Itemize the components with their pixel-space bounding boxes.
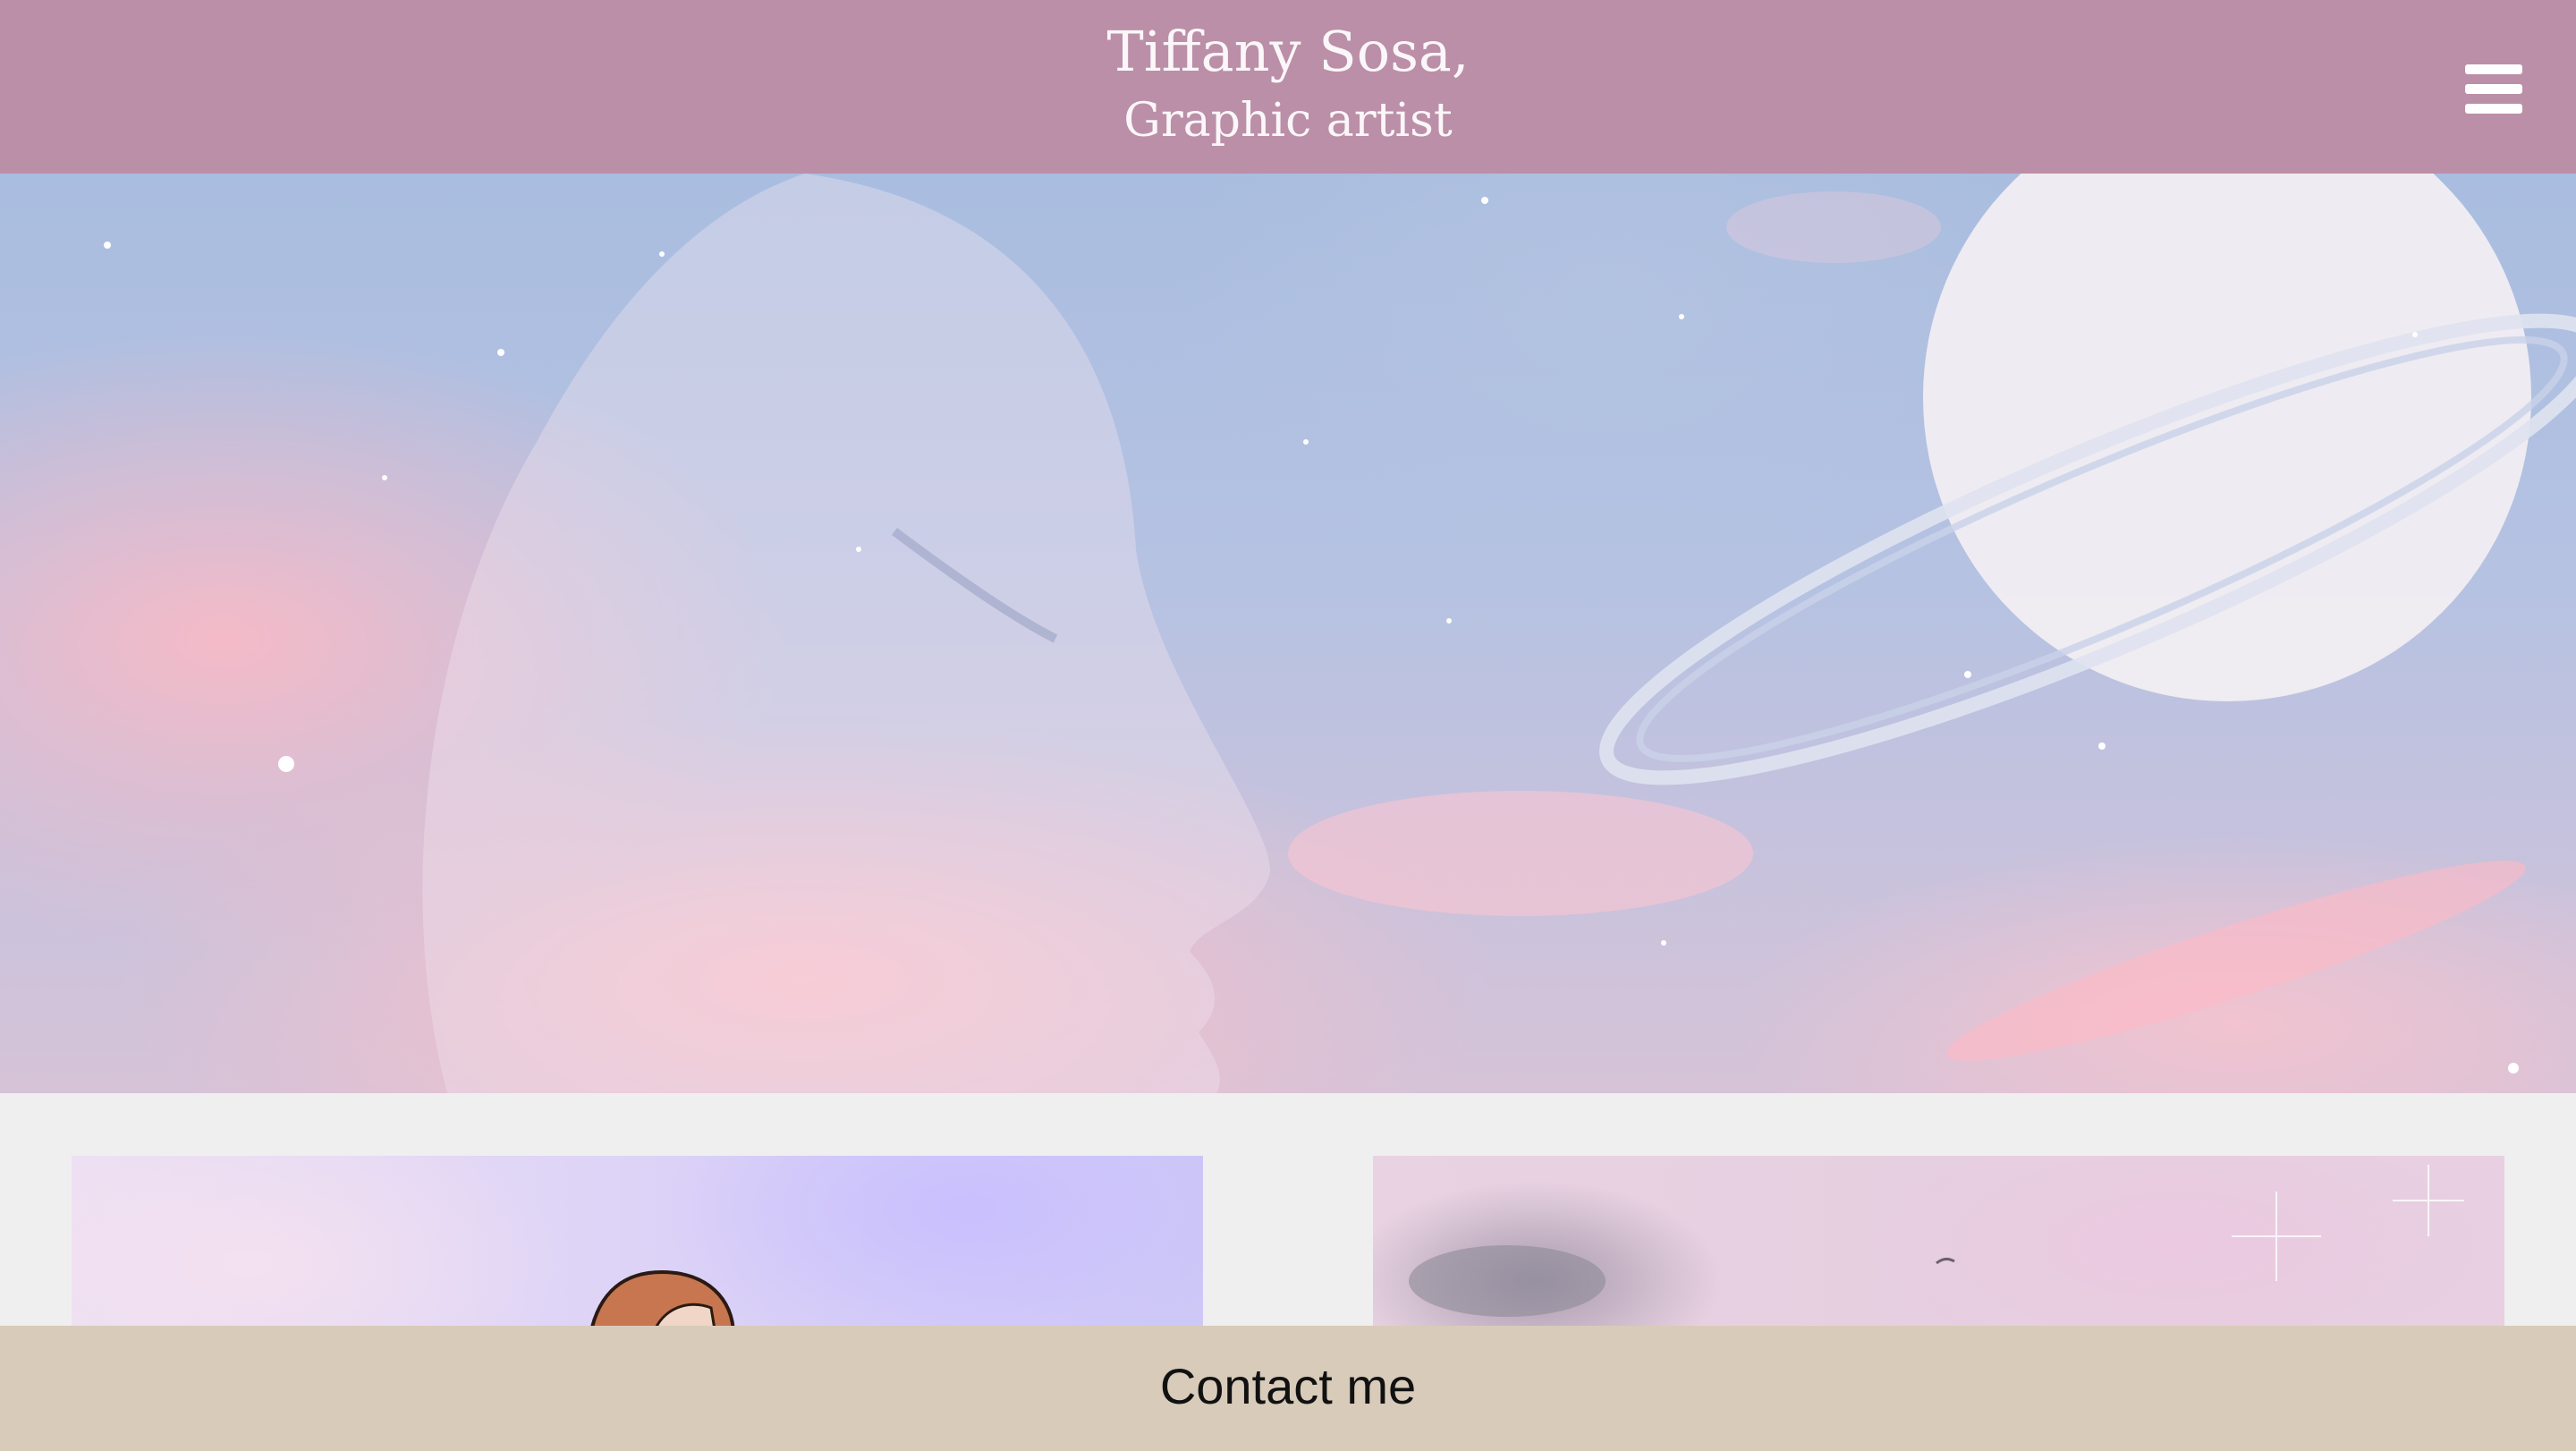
menu-bar (2465, 84, 2522, 94)
face-silhouette (422, 174, 1270, 1093)
cloud (1288, 791, 1753, 916)
planet (1923, 174, 2531, 701)
cloud (1726, 191, 1941, 263)
artist-role: Graphic artist (1123, 94, 1453, 148)
girl-illustration (588, 1269, 736, 1335)
site-header: Tiffany Sosa, Graphic artist (0, 0, 2576, 174)
menu-bar (2465, 64, 2522, 74)
hero-artwork (104, 174, 2576, 1093)
page: Tiffany Sosa, Graphic artist Contact me (0, 0, 2576, 1451)
gallery-card[interactable] (72, 1156, 1203, 1335)
menu-bar (2465, 104, 2522, 114)
contact-label: Contact me (1159, 1358, 1417, 1414)
hamburger-menu-icon[interactable] (2465, 64, 2522, 115)
sparkles (2232, 1165, 2464, 1281)
sky-artwork (1409, 1165, 2464, 1317)
contact-button[interactable]: Contact me (0, 1326, 2576, 1451)
gallery-card[interactable] (1373, 1156, 2504, 1335)
cloud (1409, 1245, 1606, 1317)
cloud (1946, 861, 2526, 1061)
hero-image (0, 174, 2576, 1093)
artist-name: Tiffany Sosa, (1106, 19, 1470, 84)
bird (1936, 1257, 1955, 1265)
